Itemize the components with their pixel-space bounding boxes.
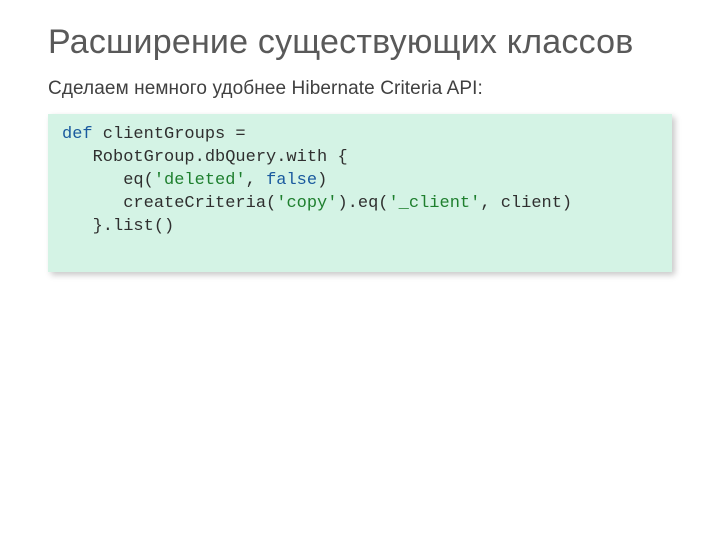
code-text: ) xyxy=(317,171,327,190)
code-text: eq( xyxy=(62,171,154,190)
slide-title: Расширение существующих классов xyxy=(48,22,672,62)
code-text: clientGroups = xyxy=(93,125,246,144)
code-keyword: def xyxy=(62,125,93,144)
slide-subtitle: Сделаем немного удобнее Hibernate Criter… xyxy=(48,78,672,100)
code-text: , client) xyxy=(480,194,572,213)
code-text: ).eq( xyxy=(337,194,388,213)
slide: Расширение существующих классов Сделаем … xyxy=(0,0,720,272)
code-string: 'copy' xyxy=(276,194,337,213)
code-text: }.list() xyxy=(62,217,174,236)
code-block: def clientGroups = RobotGroup.dbQuery.wi… xyxy=(48,114,672,272)
code-text: RobotGroup.dbQuery.with { xyxy=(62,148,348,167)
code-string: 'deleted' xyxy=(154,171,246,190)
code-text: createCriteria( xyxy=(62,194,276,213)
code-keyword: false xyxy=(266,171,317,190)
code-text: , xyxy=(246,171,266,190)
code-string: '_client' xyxy=(388,194,480,213)
